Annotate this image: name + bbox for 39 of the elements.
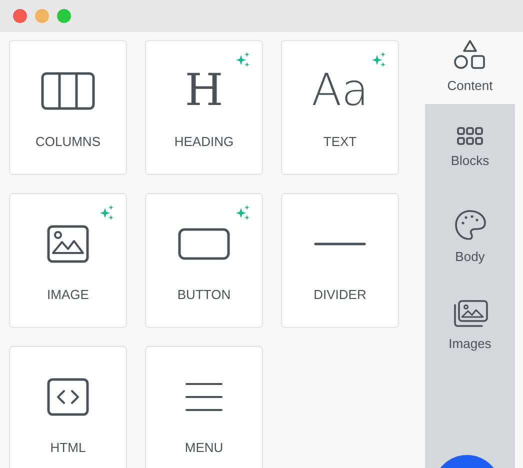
heading-glyph-icon: H	[184, 69, 224, 113]
content-tile[interactable]: DIVIDER	[281, 193, 399, 328]
code-icon	[47, 378, 89, 416]
content-tile[interactable]: IMAGE	[9, 193, 127, 328]
content-tile[interactable]: H HEADING	[145, 40, 263, 175]
rectangle-icon	[178, 228, 230, 260]
tile-label: MENU	[184, 439, 224, 457]
tile-label: DIVIDER	[314, 286, 366, 304]
close-button[interactable]	[13, 9, 27, 23]
content-tile[interactable]: BUTTON	[145, 193, 263, 328]
tile-label: BUTTON	[177, 286, 231, 304]
shapes-icon	[454, 40, 486, 70]
content-tile[interactable]: Aa TEXT	[281, 40, 399, 175]
maximize-button[interactable]	[57, 9, 71, 23]
image-icon	[47, 225, 89, 263]
content-tile[interactable]: HTML	[9, 346, 127, 468]
sidebar-tab[interactable]: Images	[425, 282, 515, 371]
sidebar-tab[interactable]: Body	[425, 193, 515, 282]
minimize-button[interactable]	[35, 9, 49, 23]
sidebar-tab[interactable]: Content	[425, 32, 515, 104]
content-tile[interactable]: MENU	[145, 346, 263, 468]
sparkle-icon	[99, 205, 115, 221]
sparkle-icon	[235, 205, 251, 221]
sparkle-icon	[371, 52, 387, 68]
tile-label: TEXT	[323, 133, 357, 151]
tile-label: COLUMNS	[35, 133, 100, 151]
palette-icon	[454, 208, 486, 241]
text-glyph-icon: Aa	[311, 69, 369, 113]
line-icon	[314, 242, 366, 246]
sparkle-icon	[235, 52, 251, 68]
tile-label: HEADING	[174, 133, 234, 151]
images-icon	[452, 300, 488, 328]
grid-icon	[457, 126, 483, 145]
tile-label: IMAGE	[47, 286, 89, 304]
columns-icon	[41, 72, 95, 110]
content-tile[interactable]: COLUMNS	[9, 40, 127, 175]
tile-label: HTML	[50, 439, 86, 457]
sidebar-tab[interactable]: Blocks	[425, 104, 515, 193]
menu-icon	[185, 382, 223, 412]
